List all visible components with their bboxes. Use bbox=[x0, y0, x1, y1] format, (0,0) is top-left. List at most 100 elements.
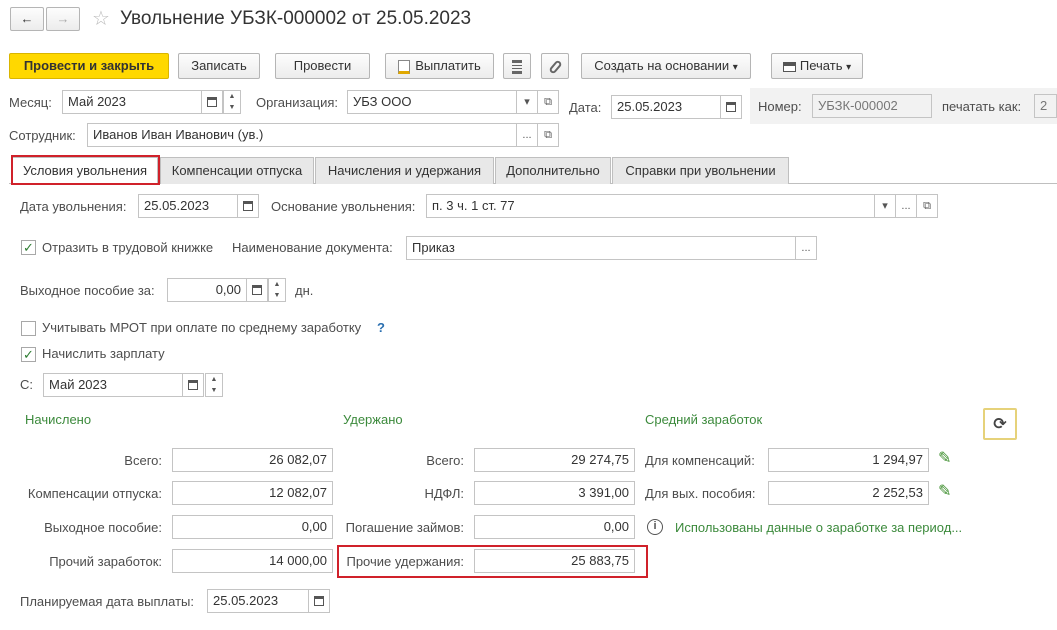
calculator-icon bbox=[252, 285, 262, 296]
month-input[interactable]: Май 2023 bbox=[62, 90, 202, 114]
workbook-checkbox-label[interactable]: Отразить в трудовой книжке bbox=[42, 240, 213, 256]
chevron-down-icon: ▾ bbox=[846, 62, 852, 73]
forward-arrow-icon: → bbox=[56, 11, 70, 26]
dismissal-reason-input[interactable]: п. 3 ч. 1 ст. 77 bbox=[426, 194, 876, 218]
spin-down-icon[interactable]: ▼ bbox=[269, 290, 285, 301]
dismissal-reason-open-button[interactable]: ⧉ bbox=[916, 194, 938, 218]
mrot-checkbox-label[interactable]: Учитывать МРОТ при оплате по среднему за… bbox=[42, 320, 361, 336]
planned-payment-date-calendar-button[interactable] bbox=[308, 589, 330, 613]
avg-compensation-input[interactable]: 1 294,97 bbox=[768, 448, 929, 472]
forward-button[interactable]: → bbox=[46, 7, 80, 31]
open-copy-icon: ⧉ bbox=[544, 96, 552, 108]
accrue-salary-checkbox-label[interactable]: Начислить зарплату bbox=[42, 346, 165, 362]
calendar-icon bbox=[207, 97, 217, 108]
paperclip-icon bbox=[547, 58, 563, 75]
post-and-close-button[interactable]: Провести и закрыть bbox=[9, 53, 169, 79]
dismissal-date-input[interactable]: 25.05.2023 bbox=[138, 194, 238, 218]
pencil-edit-icon[interactable]: ✎ bbox=[938, 481, 951, 501]
workbook-checkbox[interactable]: ✓ bbox=[21, 240, 36, 255]
calendar-icon bbox=[726, 102, 736, 113]
help-icon[interactable]: ? bbox=[377, 320, 385, 336]
accrued-other-label: Прочий заработок: bbox=[49, 554, 162, 569]
from-month-spinner[interactable]: ▲ ▼ bbox=[205, 373, 223, 397]
attach-button[interactable] bbox=[541, 53, 569, 79]
dismissal-reason-select-button[interactable]: ... bbox=[895, 194, 917, 218]
month-spinner[interactable]: ▲ ▼ bbox=[223, 90, 241, 114]
avg-earnings-info-link[interactable]: Использованы данные о заработке за перио… bbox=[675, 520, 962, 536]
accrued-vacation-input[interactable]: 12 082,07 bbox=[172, 481, 333, 505]
severance-days-unit: дн. bbox=[295, 283, 314, 298]
organization-open-button[interactable]: ⧉ bbox=[537, 90, 559, 114]
accrued-severance-label: Выходное пособие: bbox=[44, 520, 162, 535]
severance-calculator-button[interactable] bbox=[246, 278, 268, 302]
window-title: Увольнение УБЗК-000002 от 25.05.2023 bbox=[120, 8, 472, 29]
favorite-star-icon[interactable]: ☆ bbox=[92, 8, 110, 30]
dismissal-reason-label: Основание увольнения: bbox=[271, 199, 416, 214]
mrot-checkbox[interactable] bbox=[21, 321, 36, 336]
chevron-down-icon: ▾ bbox=[524, 96, 530, 108]
document-name-select-button[interactable]: ... bbox=[795, 236, 817, 260]
employee-open-button[interactable]: ⧉ bbox=[537, 123, 559, 147]
spin-down-icon[interactable]: ▼ bbox=[224, 102, 240, 113]
save-button[interactable]: Записать bbox=[178, 53, 260, 79]
report-button[interactable] bbox=[503, 53, 531, 79]
tab-accruals-deductions[interactable]: Начисления и удержания bbox=[315, 157, 494, 184]
organization-input[interactable]: УБЗ ООО bbox=[347, 90, 517, 114]
list-report-icon bbox=[512, 59, 522, 74]
dismissal-reason-dropdown[interactable]: ▾ bbox=[874, 194, 896, 218]
pay-doc-icon bbox=[398, 59, 411, 74]
refresh-button[interactable]: ⟳ bbox=[983, 408, 1017, 440]
from-month-calendar-button[interactable] bbox=[182, 373, 204, 397]
number-label: Номер: bbox=[758, 99, 802, 114]
spin-up-icon[interactable]: ▲ bbox=[224, 91, 240, 102]
planned-payment-date-input[interactable]: 25.05.2023 bbox=[207, 589, 309, 613]
date-calendar-button[interactable] bbox=[720, 95, 742, 119]
spin-up-icon[interactable]: ▲ bbox=[269, 279, 285, 290]
print-as-label: печатать как: bbox=[942, 99, 1022, 114]
average-earnings-header: Средний заработок bbox=[645, 412, 763, 427]
info-icon: i bbox=[647, 519, 663, 535]
print-as-input[interactable]: 2 bbox=[1034, 94, 1057, 118]
tab-vacation-compensation[interactable]: Компенсации отпуска bbox=[160, 157, 314, 184]
employee-select-button[interactable]: ... bbox=[516, 123, 538, 147]
employee-input[interactable]: Иванов Иван Иванович (ув.) bbox=[87, 123, 517, 147]
withheld-loans-input[interactable]: 0,00 bbox=[474, 515, 635, 539]
severance-days-input[interactable]: 0,00 bbox=[167, 278, 247, 302]
chevron-down-icon: ▾ bbox=[732, 62, 738, 73]
back-button[interactable]: ← bbox=[10, 7, 44, 31]
number-input[interactable]: УБЗК-000002 bbox=[812, 94, 932, 118]
withheld-total-input[interactable]: 29 274,75 bbox=[474, 448, 635, 472]
document-name-input[interactable]: Приказ bbox=[406, 236, 796, 260]
accrued-total-label: Всего: bbox=[124, 453, 162, 468]
pay-label: Выплатить bbox=[415, 58, 481, 73]
print-button[interactable]: Печать ▾ bbox=[771, 53, 863, 79]
avg-severance-input[interactable]: 2 252,53 bbox=[768, 481, 929, 505]
tab-additional[interactable]: Дополнительно bbox=[495, 157, 611, 184]
dismissal-date-label: Дата увольнения: bbox=[20, 199, 127, 214]
from-month-input[interactable]: Май 2023 bbox=[43, 373, 183, 397]
date-input[interactable]: 25.05.2023 bbox=[611, 95, 721, 119]
post-button[interactable]: Провести bbox=[275, 53, 370, 79]
accrue-salary-checkbox[interactable]: ✓ bbox=[21, 347, 36, 362]
calendar-icon bbox=[314, 596, 324, 607]
withheld-ndfl-input[interactable]: 3 391,00 bbox=[474, 481, 635, 505]
pay-button[interactable]: Выплатить bbox=[385, 53, 494, 79]
accrued-severance-input[interactable]: 0,00 bbox=[172, 515, 333, 539]
accrued-total-input[interactable]: 26 082,07 bbox=[172, 448, 333, 472]
calendar-icon bbox=[243, 201, 253, 212]
avg-compensation-label: Для компенсаций: bbox=[645, 453, 755, 468]
create-based-on-button[interactable]: Создать на основании ▾ bbox=[581, 53, 751, 79]
create-based-label: Создать на основании bbox=[594, 58, 730, 73]
accrued-other-input[interactable]: 14 000,00 bbox=[172, 549, 333, 573]
severance-days-spinner[interactable]: ▲ ▼ bbox=[268, 278, 286, 302]
tab-dismissal-certificates[interactable]: Справки при увольнении bbox=[612, 157, 789, 184]
month-calendar-button[interactable] bbox=[201, 90, 223, 114]
accrued-vacation-label: Компенсации отпуска: bbox=[27, 486, 162, 501]
pencil-edit-icon[interactable]: ✎ bbox=[938, 448, 951, 468]
dismissal-date-calendar-button[interactable] bbox=[237, 194, 259, 218]
open-copy-icon: ⧉ bbox=[544, 129, 552, 141]
spin-up-icon[interactable]: ▲ bbox=[206, 374, 222, 385]
spin-down-icon[interactable]: ▼ bbox=[206, 385, 222, 396]
chevron-down-icon: ▾ bbox=[882, 200, 888, 212]
organization-dropdown-button[interactable]: ▾ bbox=[516, 90, 538, 114]
